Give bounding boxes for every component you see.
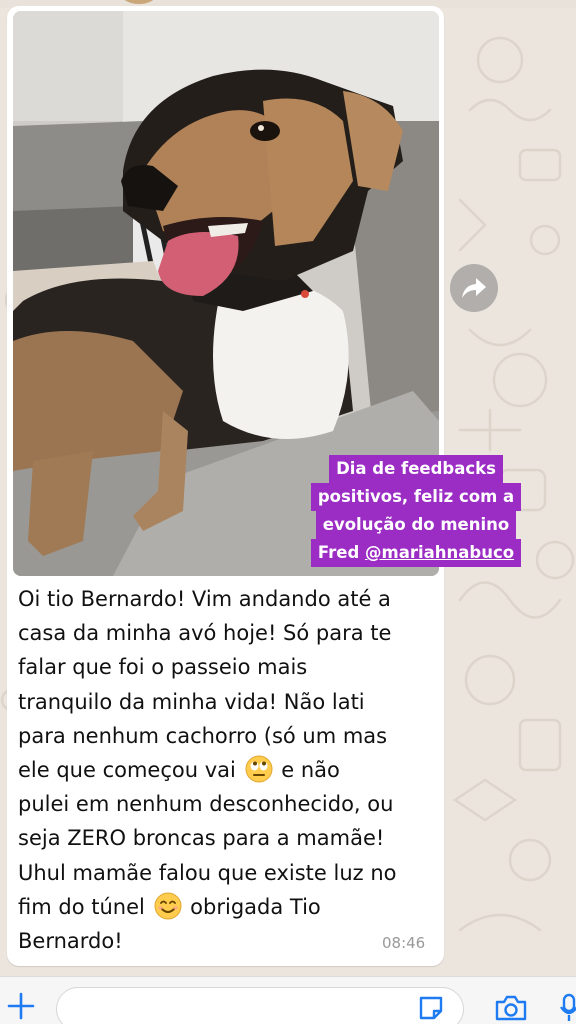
message-input[interactable] [56,987,464,1024]
plus-icon[interactable] [6,991,36,1021]
mic-icon[interactable] [560,993,576,1023]
caption-line-4: Fred @mariahnabuco [310,539,522,567]
message-line: casa da minha avó hoje! Só para te [18,621,392,646]
eye-roll-emoji [245,755,273,783]
caption-line-2: positivos, feliz com a [310,483,522,511]
message-line-with-emoji: ele que começou vai e não [18,753,438,787]
message-fragment: fim do túnel [18,894,152,919]
message-line: Bernardo! [18,929,123,954]
message-line: tranquilo da minha vida! Não lati [18,689,365,714]
message-timestamp: 08:46 [382,934,426,952]
message-fragment: ele que começou vai [18,758,243,783]
smiling-emoji [154,892,181,920]
avatar[interactable] [122,0,156,4]
message-line: pulei em nenhum desconhecido, ou [18,792,394,817]
message-line: falar que foi o passeio mais [18,655,308,680]
caption-name: Fred [317,543,366,562]
message-line: seja ZERO broncas para a mamãe! [18,826,385,851]
message-line: para nenhum cachorro (só um mas [18,723,388,748]
message-line: Oi tio Bernardo! Vim andando até a [18,587,391,611]
caption-handle-link[interactable]: @mariahnabuco [365,543,514,562]
message-fragment: e não [274,758,340,783]
message-line-with-emoji: fim do túnel obrigada Tio [18,890,438,924]
input-bar [0,976,576,1024]
photo-caption: Dia de feedbacks positivos, feliz com a … [298,455,534,567]
forward-button[interactable] [450,264,498,312]
message-text: Oi tio Bernardo! Vim andando até a casa … [18,582,438,958]
forward-arrow-icon [462,278,486,298]
message-fragment: obrigada Tio [183,894,321,919]
caption-line-3: evolução do menino [315,511,517,539]
message-line: Uhul mamãe falou que existe luz no [18,860,397,885]
caption-line-1: Dia de feedbacks [329,455,503,483]
sticker-icon[interactable] [416,993,446,1023]
camera-icon[interactable] [494,993,528,1023]
